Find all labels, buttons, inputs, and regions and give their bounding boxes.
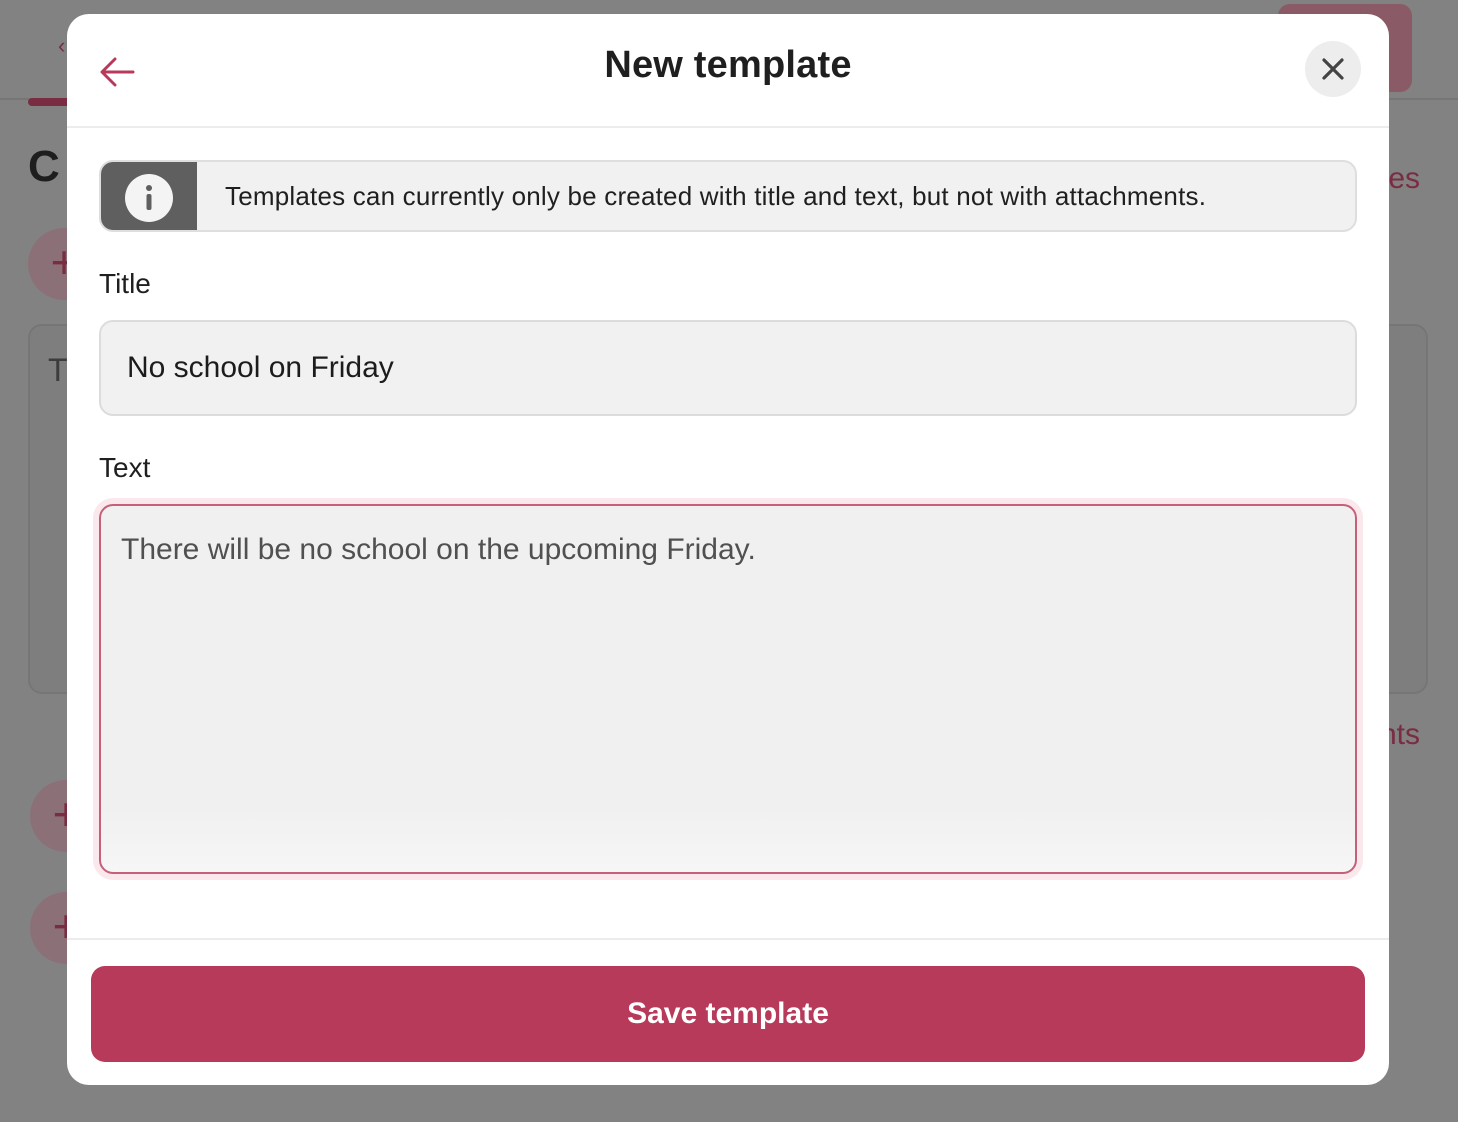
text-label: Text xyxy=(99,452,151,483)
save-template-button[interactable]: Save template xyxy=(91,966,1365,1062)
modal-footer: Save template xyxy=(67,938,1389,1085)
new-template-modal: New template Templates can currently onl… xyxy=(67,14,1389,1085)
text-area-focus-ring: There will be no school on the upcoming … xyxy=(93,498,1363,880)
close-button[interactable] xyxy=(1305,41,1361,97)
title-input[interactable] xyxy=(99,320,1357,416)
close-icon xyxy=(1322,58,1344,80)
info-icon-cell xyxy=(101,162,197,230)
text-area[interactable]: There will be no school on the upcoming … xyxy=(99,504,1357,874)
modal-title: New template xyxy=(604,44,852,86)
info-icon xyxy=(125,174,173,222)
title-label: Title xyxy=(99,268,151,299)
info-text: Templates can currently only be created … xyxy=(225,180,1207,211)
background-card-text: T xyxy=(48,352,68,388)
background-heading: C xyxy=(28,142,60,191)
info-notice: Templates can currently only be created … xyxy=(99,160,1357,232)
modal-header: New template xyxy=(67,14,1389,128)
